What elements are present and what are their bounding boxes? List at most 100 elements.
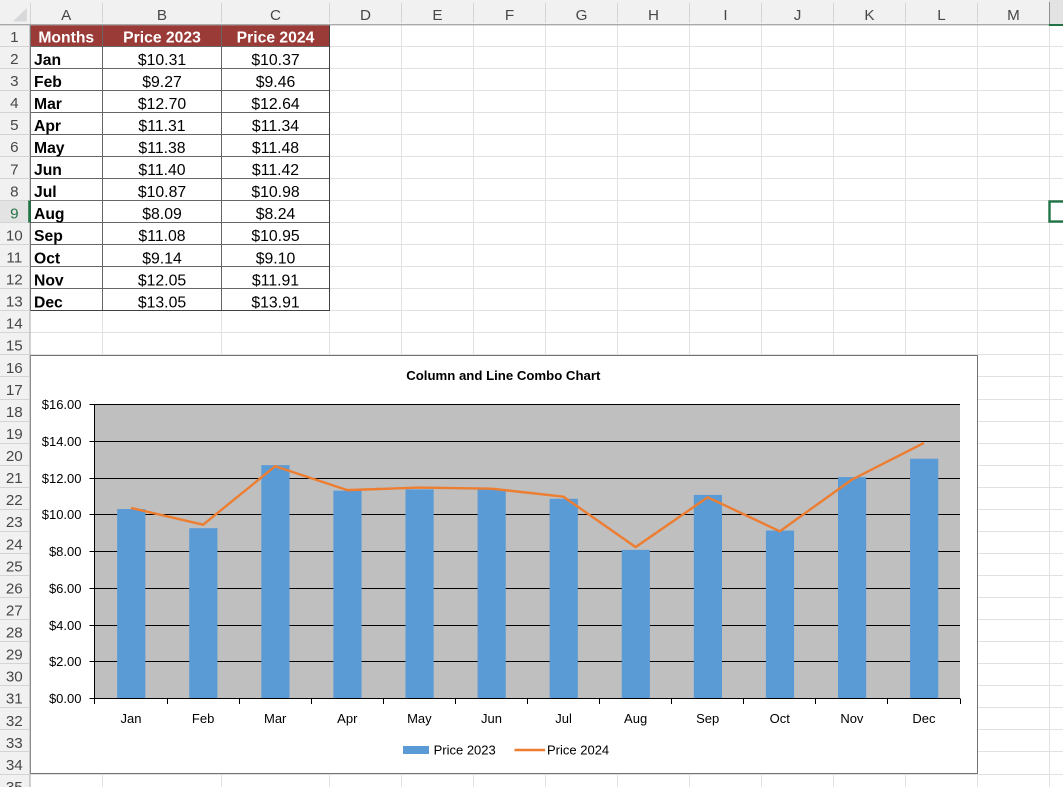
svg-text:Feb: Feb bbox=[192, 711, 214, 726]
svg-text:Mar: Mar bbox=[264, 711, 287, 726]
svg-text:$11.08: $11.08 bbox=[138, 228, 185, 245]
svg-text:20: 20 bbox=[6, 448, 23, 465]
svg-text:Dec: Dec bbox=[34, 294, 63, 311]
svg-text:$8.24: $8.24 bbox=[256, 206, 296, 223]
svg-text:May: May bbox=[407, 711, 432, 726]
svg-text:Jul: Jul bbox=[555, 711, 572, 726]
svg-text:31: 31 bbox=[6, 691, 23, 708]
svg-text:$8.00: $8.00 bbox=[49, 544, 82, 559]
svg-text:29: 29 bbox=[6, 647, 23, 664]
svg-text:$11.91: $11.91 bbox=[252, 272, 299, 289]
svg-text:Price 2024: Price 2024 bbox=[547, 743, 609, 758]
svg-text:M: M bbox=[1007, 7, 1020, 24]
svg-text:I: I bbox=[723, 7, 727, 24]
svg-text:Nov: Nov bbox=[34, 272, 64, 289]
svg-text:10: 10 bbox=[6, 227, 23, 244]
svg-text:Price 2023: Price 2023 bbox=[434, 743, 496, 758]
svg-text:A: A bbox=[61, 7, 72, 24]
svg-text:9: 9 bbox=[10, 205, 18, 222]
svg-text:$10.95: $10.95 bbox=[251, 228, 300, 245]
svg-text:E: E bbox=[432, 7, 442, 24]
svg-text:2: 2 bbox=[10, 51, 18, 68]
svg-text:$11.38: $11.38 bbox=[138, 140, 185, 157]
svg-text:14: 14 bbox=[6, 316, 23, 333]
svg-text:30: 30 bbox=[6, 669, 23, 686]
svg-text:$12.64: $12.64 bbox=[251, 96, 300, 113]
svg-text:Months: Months bbox=[38, 30, 94, 47]
svg-text:Aug: Aug bbox=[624, 711, 647, 726]
svg-text:$10.00: $10.00 bbox=[42, 507, 82, 522]
svg-text:$11.48: $11.48 bbox=[252, 140, 299, 157]
svg-text:23: 23 bbox=[6, 514, 23, 531]
svg-text:J: J bbox=[794, 7, 802, 24]
svg-text:$8.09: $8.09 bbox=[142, 206, 182, 223]
svg-text:$4.00: $4.00 bbox=[49, 618, 82, 633]
svg-text:$0.00: $0.00 bbox=[49, 691, 82, 706]
svg-text:Feb: Feb bbox=[34, 74, 62, 91]
svg-text:$10.31: $10.31 bbox=[138, 52, 187, 69]
svg-text:25: 25 bbox=[6, 558, 23, 575]
svg-text:35: 35 bbox=[6, 779, 23, 787]
svg-text:Price 2024: Price 2024 bbox=[237, 30, 315, 47]
svg-text:Column and Line Combo Chart: Column and Line Combo Chart bbox=[406, 368, 601, 383]
svg-text:$10.37: $10.37 bbox=[251, 52, 299, 69]
svg-text:$10.87: $10.87 bbox=[138, 184, 186, 201]
svg-text:H: H bbox=[648, 7, 659, 24]
svg-text:19: 19 bbox=[6, 426, 23, 443]
svg-text:3: 3 bbox=[10, 73, 18, 90]
svg-text:17: 17 bbox=[6, 382, 23, 399]
svg-text:G: G bbox=[576, 7, 588, 24]
svg-text:$11.34: $11.34 bbox=[252, 118, 299, 135]
svg-text:$12.70: $12.70 bbox=[138, 96, 187, 113]
svg-text:$10.98: $10.98 bbox=[251, 184, 300, 201]
svg-text:1: 1 bbox=[10, 29, 18, 46]
svg-text:Aug: Aug bbox=[34, 206, 65, 223]
svg-text:K: K bbox=[864, 7, 874, 24]
svg-text:32: 32 bbox=[6, 713, 23, 730]
svg-text:$11.31: $11.31 bbox=[138, 118, 185, 135]
svg-text:33: 33 bbox=[6, 735, 23, 752]
svg-text:$13.91: $13.91 bbox=[251, 294, 300, 311]
svg-text:6: 6 bbox=[10, 139, 18, 156]
svg-text:Oct: Oct bbox=[34, 250, 61, 267]
svg-text:28: 28 bbox=[6, 625, 23, 642]
svg-text:Sep: Sep bbox=[696, 711, 719, 726]
svg-text:26: 26 bbox=[6, 580, 23, 597]
svg-text:24: 24 bbox=[6, 536, 23, 553]
svg-text:Apr: Apr bbox=[337, 711, 358, 726]
svg-text:$2.00: $2.00 bbox=[49, 654, 82, 669]
svg-text:16: 16 bbox=[6, 360, 23, 377]
svg-text:Oct: Oct bbox=[770, 711, 791, 726]
svg-text:$12.05: $12.05 bbox=[138, 272, 187, 289]
svg-text:Sep: Sep bbox=[34, 228, 63, 245]
svg-text:$12.00: $12.00 bbox=[42, 471, 82, 486]
svg-text:15: 15 bbox=[6, 338, 23, 355]
svg-text:Mar: Mar bbox=[34, 96, 62, 113]
svg-text:$14.00: $14.00 bbox=[42, 434, 82, 449]
svg-text:$11.42: $11.42 bbox=[252, 162, 299, 179]
svg-text:12: 12 bbox=[6, 272, 23, 289]
svg-text:Jan: Jan bbox=[121, 711, 142, 726]
svg-text:$9.10: $9.10 bbox=[256, 250, 296, 267]
svg-text:Nov: Nov bbox=[840, 711, 864, 726]
svg-text:$11.40: $11.40 bbox=[138, 162, 185, 179]
svg-text:$16.00: $16.00 bbox=[42, 397, 82, 412]
svg-text:Jun: Jun bbox=[34, 162, 62, 179]
svg-text:18: 18 bbox=[6, 404, 23, 421]
svg-text:27: 27 bbox=[6, 603, 23, 620]
svg-text:B: B bbox=[157, 7, 167, 24]
svg-text:Price 2023: Price 2023 bbox=[123, 30, 201, 47]
svg-text:7: 7 bbox=[10, 161, 18, 178]
svg-text:13: 13 bbox=[6, 294, 23, 311]
svg-text:$9.46: $9.46 bbox=[256, 74, 296, 91]
svg-text:$9.14: $9.14 bbox=[142, 250, 182, 267]
svg-text:Jul: Jul bbox=[34, 184, 57, 201]
svg-text:34: 34 bbox=[6, 757, 23, 774]
svg-text:May: May bbox=[34, 140, 65, 157]
svg-text:$13.05: $13.05 bbox=[138, 294, 187, 311]
svg-text:L: L bbox=[937, 7, 945, 24]
svg-text:Dec: Dec bbox=[912, 711, 936, 726]
svg-text:Jan: Jan bbox=[34, 52, 61, 69]
svg-text:5: 5 bbox=[10, 117, 18, 134]
svg-text:22: 22 bbox=[6, 492, 23, 509]
